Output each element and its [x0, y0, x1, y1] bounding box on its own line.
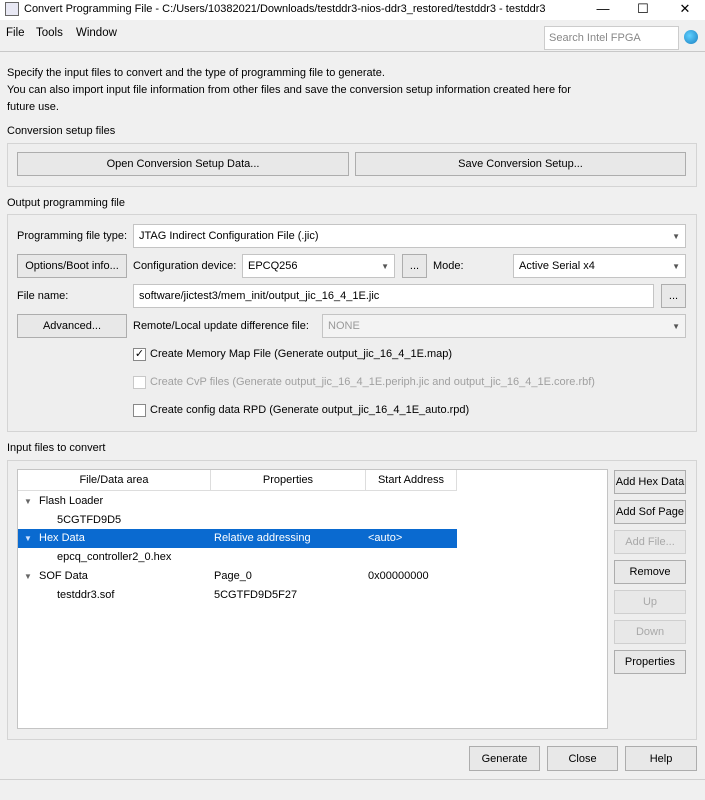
- remote-value: NONE: [328, 320, 360, 332]
- expand-arrow-icon[interactable]: ▼: [24, 492, 32, 511]
- file-name-input[interactable]: software/jictest3/mem_init/output_jic_16…: [133, 284, 654, 308]
- mode-value: Active Serial x4: [519, 260, 595, 272]
- device-select[interactable]: EPCQ256 ▼: [242, 254, 395, 278]
- cvp-checkbox[interactable]: [133, 376, 146, 389]
- status-divider: [0, 779, 705, 780]
- tree-row[interactable]: epcq_controller2_0.hex: [18, 548, 457, 567]
- file-type-select[interactable]: JTAG Indirect Configuration File (.jic) ▼: [133, 224, 686, 248]
- window-title: Convert Programming File - C:/Users/1038…: [24, 3, 546, 15]
- row-name: 5CGTFD9D5: [57, 514, 122, 526]
- close-button[interactable]: Close: [547, 746, 618, 771]
- row-name: testddr3.sof: [57, 589, 115, 601]
- row-name: epcq_controller2_0.hex: [57, 551, 172, 563]
- tree-row-sof-data[interactable]: ▼ SOF Data Page_0 0x00000000: [18, 567, 457, 586]
- add-file-button[interactable]: Add File...: [614, 530, 686, 554]
- add-sof-page-button[interactable]: Add Sof Page: [614, 500, 686, 524]
- menu-file[interactable]: File: [6, 27, 25, 39]
- type-label: Programming file type:: [17, 230, 128, 242]
- row-name: Hex Data: [39, 532, 85, 544]
- row-name: Flash Loader: [39, 495, 104, 507]
- open-setup-button[interactable]: Open Conversion Setup Data...: [17, 152, 349, 176]
- input-files-tree[interactable]: File/Data area Properties Start Address …: [17, 469, 608, 729]
- device-value: EPCQ256: [248, 260, 298, 272]
- down-button[interactable]: Down: [614, 620, 686, 644]
- search-input[interactable]: Search Intel FPGA: [544, 26, 679, 50]
- file-name-label: File name:: [17, 290, 69, 302]
- row-name: SOF Data: [39, 570, 88, 582]
- column-header[interactable]: File/Data area: [18, 470, 211, 491]
- description-line: You can also import input file informati…: [7, 84, 571, 96]
- mode-label: Mode:: [433, 260, 464, 272]
- row-properties: Relative addressing: [214, 532, 311, 544]
- globe-icon[interactable]: [684, 30, 698, 44]
- column-header[interactable]: Start Address: [366, 470, 457, 491]
- chevron-down-icon: ▼: [381, 261, 389, 271]
- row-properties: Page_0: [214, 570, 252, 582]
- description-line: Specify the input files to convert and t…: [7, 67, 385, 79]
- save-setup-button[interactable]: Save Conversion Setup...: [355, 152, 686, 176]
- title-bar: Convert Programming File - C:/Users/1038…: [0, 0, 705, 20]
- row-properties: 5CGTFD9D5F27: [214, 589, 298, 601]
- remote-label: Remote/Local update difference file:: [133, 320, 309, 332]
- add-hex-data-button[interactable]: Add Hex Data: [614, 470, 686, 494]
- cvp-label: Create CvP files (Generate output_jic_16…: [150, 376, 595, 388]
- app-icon: [5, 2, 19, 16]
- input-heading: Input files to convert: [7, 442, 106, 454]
- generate-button[interactable]: Generate: [469, 746, 540, 771]
- tree-row[interactable]: testddr3.sof 5CGTFD9D5F27: [18, 586, 457, 605]
- expand-arrow-icon[interactable]: ▼: [24, 567, 32, 586]
- column-header[interactable]: Properties: [211, 470, 366, 491]
- mode-select[interactable]: Active Serial x4 ▼: [513, 254, 686, 278]
- properties-button[interactable]: Properties: [614, 650, 686, 674]
- file-browse-button[interactable]: ...: [661, 284, 686, 308]
- options-boot-button[interactable]: Options/Boot info...: [17, 254, 127, 278]
- menu-tools[interactable]: Tools: [36, 27, 63, 39]
- remove-button[interactable]: Remove: [614, 560, 686, 584]
- chevron-down-icon: ▼: [672, 261, 680, 271]
- tree-row[interactable]: 5CGTFD9D5: [18, 511, 457, 530]
- remote-file-select[interactable]: NONE ▼: [322, 314, 686, 338]
- expand-arrow-icon[interactable]: ▼: [24, 529, 32, 548]
- advanced-button[interactable]: Advanced...: [17, 314, 127, 338]
- device-browse-button[interactable]: ...: [402, 254, 427, 278]
- rpd-checkbox[interactable]: [133, 404, 146, 417]
- row-address: 0x00000000: [368, 570, 429, 582]
- row-address: <auto>: [368, 532, 403, 544]
- tree-row-flash-loader[interactable]: ▼ Flash Loader: [18, 492, 457, 511]
- description-line: future use.: [7, 101, 59, 113]
- tree-row-hex-data[interactable]: ▼ Hex Data Relative addressing <auto>: [18, 529, 457, 548]
- rpd-label: Create config data RPD (Generate output_…: [150, 404, 470, 416]
- memory-map-checkbox[interactable]: ✓: [133, 348, 146, 361]
- up-button[interactable]: Up: [614, 590, 686, 614]
- setup-heading: Conversion setup files: [7, 125, 116, 137]
- help-button[interactable]: Help: [625, 746, 697, 771]
- device-label: Configuration device:: [133, 260, 237, 272]
- chevron-down-icon: ▼: [672, 321, 680, 331]
- memory-map-label: Create Memory Map File (Generate output_…: [150, 348, 453, 360]
- close-window-button[interactable]: ✕: [662, 0, 705, 18]
- chevron-down-icon: ▼: [672, 231, 680, 241]
- output-heading: Output programming file: [7, 197, 125, 209]
- menu-window[interactable]: Window: [76, 27, 117, 39]
- maximize-button[interactable]: ☐: [620, 0, 666, 18]
- file-type-value: JTAG Indirect Configuration File (.jic): [139, 230, 319, 242]
